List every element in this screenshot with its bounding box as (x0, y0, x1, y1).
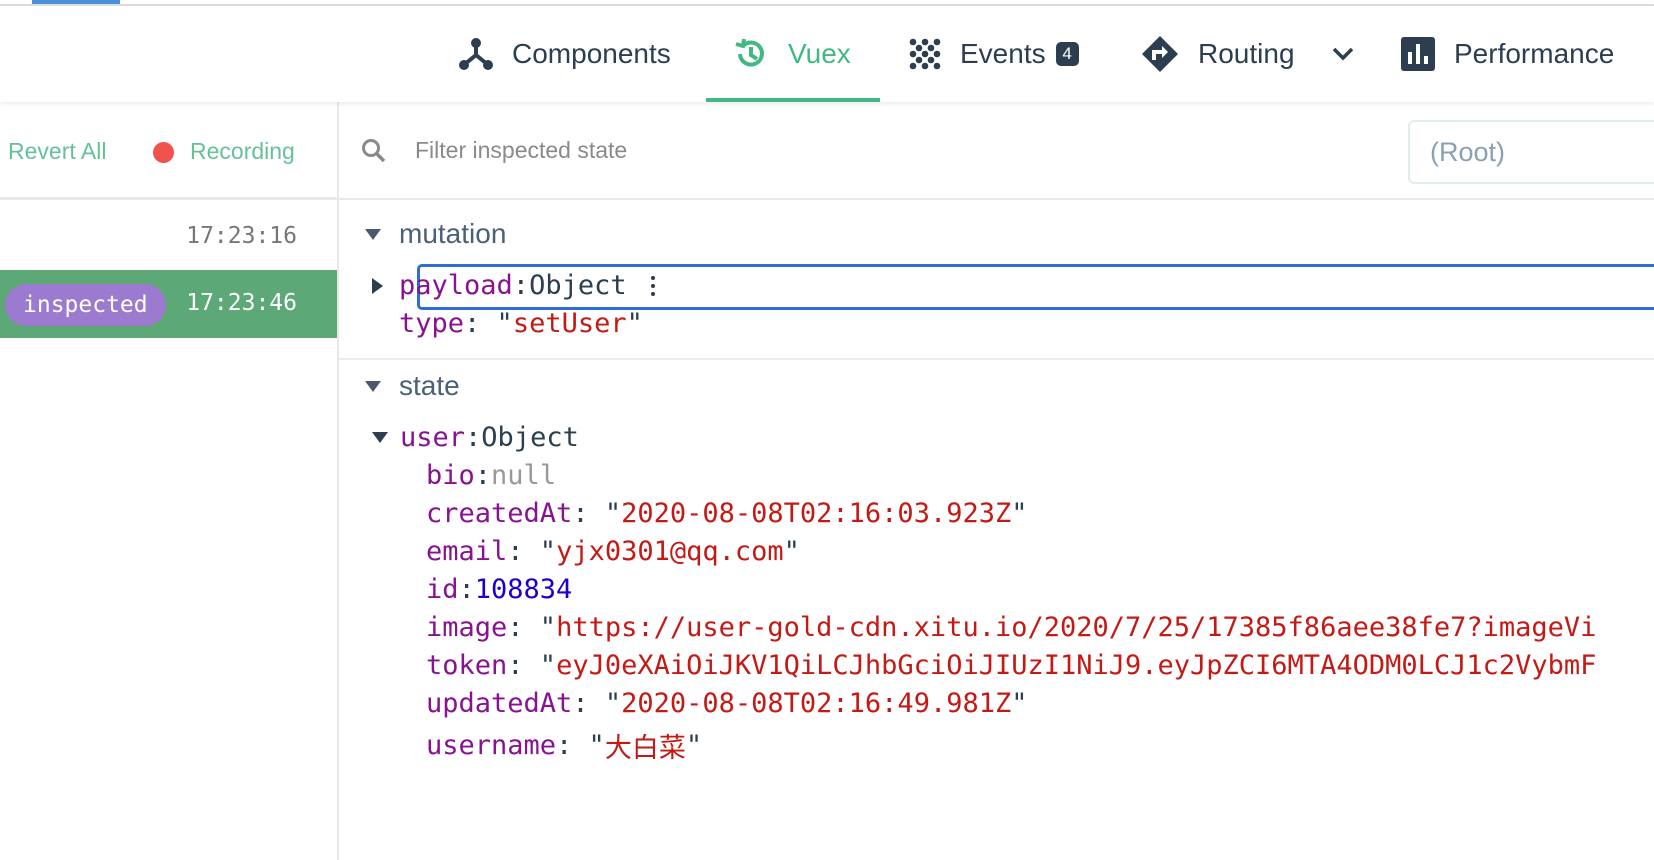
history-entry-selected[interactable]: inspected 17:23:46 (0, 270, 337, 338)
active-tab-indicator (32, 0, 120, 4)
state-section-header[interactable]: state (365, 370, 460, 402)
filter-state-input[interactable] (415, 132, 1215, 168)
field-row-email: email: " yjx0301@qq.com " (426, 536, 800, 567)
revert-all-button[interactable]: Revert All (8, 138, 106, 165)
tab-routing[interactable]: Routing (1140, 6, 1355, 102)
tab-performance[interactable]: Performance (1400, 6, 1614, 102)
type-row: type: " setUser " (399, 308, 643, 339)
field-row-createdAt: createdAt: " 2020-08-08T02:16:03.923Z " (426, 498, 1028, 529)
entry-time: 17:23:46 (186, 290, 297, 316)
mutation-section-header[interactable]: mutation (365, 218, 506, 250)
user-key: user (400, 422, 466, 453)
field-row-username: username: " 大白菜 " (426, 730, 703, 764)
inspected-badge: inspected (5, 284, 166, 326)
type-key: type (399, 308, 465, 339)
tab-components[interactable]: Components (458, 6, 671, 102)
events-icon (908, 37, 942, 71)
mutation-section: mutation payload: Object type: " setUser " (339, 200, 1654, 360)
mutation-history-panel: Revert All Recording 17:23:16 inspected … (0, 102, 339, 860)
routing-icon (1140, 34, 1180, 74)
search-icon (361, 138, 387, 169)
field-row-bio: bio: null (426, 460, 557, 491)
recording-toggle[interactable]: Recording (190, 138, 295, 165)
payload-value: Object (529, 270, 627, 301)
collapse-arrow-icon[interactable] (372, 432, 388, 443)
components-icon (458, 36, 494, 72)
history-entry[interactable]: 17:23:16 (0, 202, 337, 270)
user-value: Object (481, 422, 579, 453)
tab-label: Routing (1198, 38, 1295, 69)
payload-key: payload (399, 270, 513, 301)
section-title: state (399, 370, 460, 401)
tab-label: Events (960, 38, 1046, 69)
state-filter-bar: (Root) (339, 102, 1654, 200)
collapse-arrow-icon (365, 380, 381, 392)
field-row-token: token: " eyJ0eXAiOiJKV1QiLCJhbGciOiJIUzI1… (426, 650, 1597, 681)
root-module-select[interactable]: (Root) (1408, 120, 1654, 184)
devtools-tab-bar: Components Vuex Events 4 Routing Perform… (0, 6, 1654, 102)
section-title: mutation (399, 218, 507, 249)
record-dot-icon[interactable] (153, 142, 174, 163)
bar-chart-icon (1400, 36, 1436, 72)
chevron-down-icon[interactable] (1331, 46, 1355, 62)
payload-row[interactable]: payload: Object (372, 270, 655, 301)
tab-label: Components (512, 38, 671, 69)
user-row[interactable]: user: Object (372, 422, 579, 453)
field-row-image: image: " https://user-gold-cdn.xitu.io/20… (426, 612, 1597, 643)
history-icon (732, 35, 770, 73)
history-toolbar: Revert All Recording (0, 102, 337, 200)
type-value: setUser (512, 308, 627, 339)
events-count-badge: 4 (1055, 42, 1079, 66)
entry-time: 17:23:16 (186, 223, 297, 249)
tab-vuex[interactable]: Vuex (706, 6, 880, 102)
tab-label: Performance (1454, 38, 1615, 69)
tab-label: Vuex (788, 38, 851, 69)
more-options-icon[interactable] (650, 272, 655, 300)
field-row-updatedAt: updatedAt: " 2020-08-08T02:16:49.981Z " (426, 688, 1028, 719)
expand-arrow-icon[interactable] (372, 277, 383, 294)
state-section: state user: Object bio: null createdAt: … (339, 362, 1654, 860)
collapse-arrow-icon (365, 228, 381, 240)
tab-events[interactable]: Events 4 (908, 6, 1079, 102)
field-row-id: id: 108834 (426, 574, 573, 605)
